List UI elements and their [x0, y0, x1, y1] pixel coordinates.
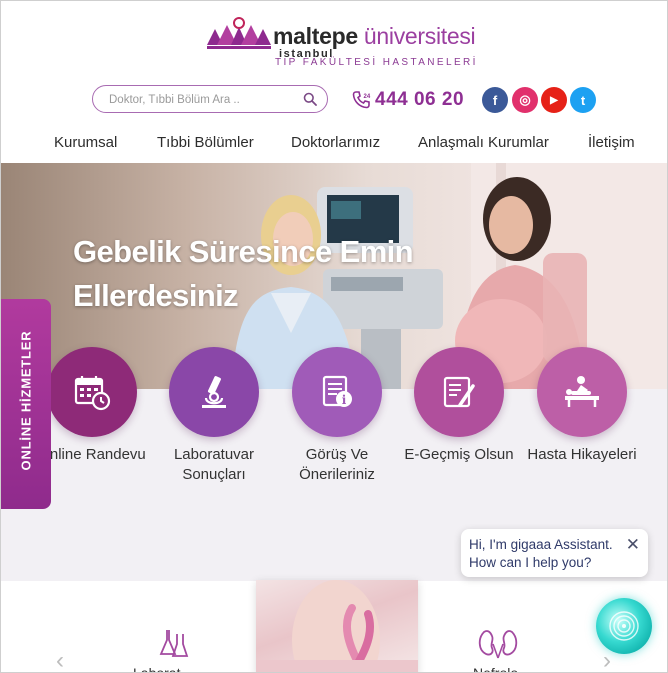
service-laboratuvar-sonuclari[interactable]: Laboratuvar Sonuçları — [154, 347, 274, 485]
service-label: Hasta Hikayeleri — [527, 446, 637, 463]
chat-assistant-button[interactable] — [596, 598, 652, 654]
nav-iletisim[interactable]: İletişim — [588, 134, 635, 151]
online-services-tab[interactable]: ONLİNE HİZMETLER — [1, 299, 51, 509]
service-label: E-Geçmiş Olsun — [404, 446, 514, 463]
patient-massage-icon — [565, 376, 599, 407]
close-icon[interactable]: ✕ — [626, 536, 640, 553]
kidney-icon — [478, 630, 518, 659]
hero-title: Gebelik Süresince Emin Ellerdesiniz — [73, 234, 414, 313]
flask-icon — [159, 630, 189, 657]
nav-doktorlarimiz[interactable]: Doktorlarımız — [291, 134, 380, 151]
search-icon[interactable] — [303, 92, 317, 106]
microscope-icon — [202, 376, 226, 408]
brand-logo[interactable]: maltepe üniversitesi istanbul TIP FAKÜLT… — [207, 15, 477, 73]
department-label-left[interactable]: Laborat... — [133, 665, 192, 672]
nav-kurumsal[interactable]: Kurumsal — [54, 134, 117, 151]
phone-link[interactable]: 24 444 06 20 — [351, 88, 464, 112]
service-gorus-ve-onerileriniz[interactable]: i Görüş Ve Önerileriniz — [277, 347, 397, 485]
chat-greeting-line1: Hi, I'm gigaaa Assistant. — [469, 537, 613, 552]
nav-tibbi-bolumler[interactable]: Tıbbi Bölümler — [157, 134, 254, 151]
page: maltepe üniversitesi istanbul TIP FAKÜLT… — [0, 0, 668, 673]
document-info-icon: i — [322, 375, 352, 407]
chat-greeting-bubble[interactable]: Hi, I'm gigaaa Assistant. How can I help… — [461, 529, 648, 577]
fingerprint-icon — [609, 611, 639, 641]
brand-subtitle: TIP FAKÜLTESİ HASTANELERİ — [275, 57, 478, 68]
phone-24-icon: 24 — [352, 91, 371, 109]
service-label: Görüş Ve Önerileriniz — [299, 446, 375, 483]
carousel-prev-icon[interactable]: ‹ — [56, 649, 64, 673]
search-input[interactable] — [107, 91, 291, 109]
service-label: Laboratuvar Sonuçları — [173, 446, 255, 483]
online-services-tab-label: ONLİNE HİZMETLER — [18, 330, 34, 471]
service-hasta-hikayeleri[interactable]: Hasta Hikayeleri — [522, 347, 642, 465]
letter-pen-icon — [443, 376, 475, 408]
svg-text:24: 24 — [364, 94, 371, 100]
logo-mark-icon — [207, 17, 271, 49]
nav-anlasmali-kurumlar[interactable]: Anlaşmalı Kurumlar — [418, 134, 549, 151]
service-e-gecmis-olsun[interactable]: E-Geçmiş Olsun — [399, 347, 519, 465]
main-nav: Kurumsal Tıbbi Bölümler Doktorlarımız An… — [1, 134, 667, 154]
chat-greeting-line2: How can I help you? — [469, 555, 592, 570]
facebook-icon[interactable]: f — [482, 87, 508, 113]
awareness-ribbon-illustration — [256, 580, 418, 672]
departments-carousel — [10, 580, 648, 672]
department-label-right[interactable]: Nefrolo... — [473, 665, 530, 672]
calendar-icon — [74, 376, 111, 411]
svg-text:i: i — [342, 393, 347, 407]
phone-number[interactable]: 444 06 20 — [375, 89, 464, 111]
department-photo[interactable] — [256, 580, 418, 672]
youtube-icon[interactable]: ▶ — [541, 87, 567, 113]
twitter-icon[interactable]: t — [570, 87, 596, 113]
instagram-icon[interactable]: ◎ — [512, 87, 538, 113]
brand-name: maltepe üniversitesi — [273, 23, 476, 49]
search-box[interactable] — [92, 85, 328, 113]
